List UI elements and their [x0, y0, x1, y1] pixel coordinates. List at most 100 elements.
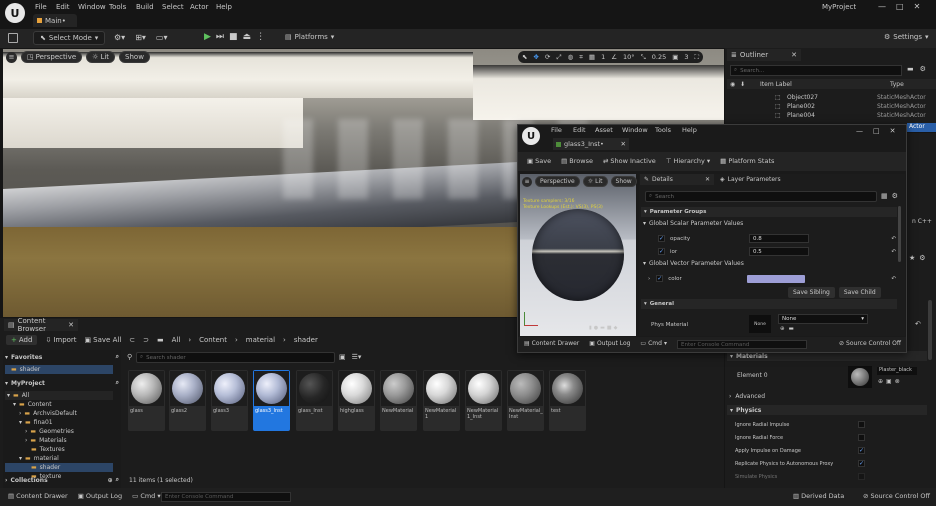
tree-item[interactable]: ▬ Textures: [5, 445, 113, 454]
close-icon[interactable]: ✕: [890, 127, 896, 135]
asset-filters-icon[interactable]: ⚲: [127, 353, 132, 361]
cmd-button[interactable]: ▭ Cmd ▾: [132, 492, 160, 500]
table-row[interactable]: ⬚ Plane004 StaticMeshActor: [727, 111, 936, 120]
ior-value-input[interactable]: 0.5: [749, 247, 809, 256]
table-row[interactable]: ⬚ Object027 StaticMeshActor: [727, 93, 936, 102]
add-button[interactable]: + Add: [6, 335, 38, 345]
outliner-selected-type[interactable]: Actor: [907, 123, 936, 132]
unreal-logo-icon[interactable]: U: [5, 3, 25, 23]
derived-data-button[interactable]: ▥ Derived Data: [793, 492, 844, 500]
rotation-snap-icon[interactable]: ∠: [611, 53, 617, 61]
tree-item[interactable]: ▾ ▬ fina01: [5, 418, 113, 427]
opacity-value-input[interactable]: 0.8: [749, 234, 809, 243]
show-button[interactable]: Show: [119, 51, 150, 63]
source-control-button[interactable]: ⊘ Source Control Off: [863, 492, 930, 500]
mi-source-control-button[interactable]: ⊘ Source Control Off: [839, 340, 901, 347]
vector-group-header[interactable]: ▾ Global Vector Parameter Values: [643, 260, 744, 267]
outliner-tab[interactable]: ≣ Outliner ✕: [727, 49, 801, 61]
eject-icon[interactable]: ⏏: [243, 32, 252, 42]
cinematics-icon[interactable]: ▭▾: [156, 33, 168, 42]
undo-icon[interactable]: ↶: [915, 320, 921, 328]
maximize-icon[interactable]: □: [896, 2, 904, 11]
menu-tools[interactable]: Tools: [109, 3, 136, 11]
add-actor-icon[interactable]: ⚙▾: [114, 33, 125, 42]
tree-item[interactable]: ▾ ▬ material: [5, 454, 113, 463]
history-back-icon[interactable]: ⊂: [129, 336, 135, 344]
unreal-logo-icon[interactable]: U: [522, 127, 540, 145]
mi-menu-file[interactable]: File: [551, 126, 573, 134]
close-icon[interactable]: ✕: [705, 176, 710, 183]
close-icon[interactable]: ✕: [68, 321, 74, 329]
asset-tile[interactable]: glass: [128, 370, 165, 431]
mi-browse-button[interactable]: ▤ Browse: [561, 157, 593, 165]
gear-icon[interactable]: ⚙: [920, 65, 926, 73]
phys-material-dropdown[interactable]: None ▾: [778, 314, 868, 324]
save-search-icon[interactable]: ▣: [339, 353, 346, 361]
platforms-button[interactable]: ▤ Platforms ▾: [285, 33, 334, 41]
material-thumbnail[interactable]: [848, 366, 872, 388]
breadcrumb-all[interactable]: All: [172, 336, 181, 344]
mi-save-button[interactable]: ▣ Save: [527, 157, 551, 165]
folder-icon[interactable]: ▬: [789, 326, 794, 332]
mi-details-scrollbar[interactable]: [898, 206, 901, 262]
rotate-tool-icon[interactable]: ⟳: [545, 53, 550, 61]
checkbox[interactable]: ✓: [858, 460, 865, 467]
scale-tool-icon[interactable]: ⤢: [556, 53, 561, 62]
color-swatch[interactable]: [747, 274, 806, 283]
mi-content-drawer-button[interactable]: ▤ Content Drawer: [524, 340, 579, 347]
minimize-icon[interactable]: —: [856, 127, 863, 135]
grid-snap-icon[interactable]: ▦: [589, 53, 595, 61]
asset-search-input[interactable]: ⌕ Search shader: [136, 352, 335, 363]
maximize-icon[interactable]: □: [873, 127, 880, 135]
menu-actor[interactable]: Actor: [190, 3, 216, 11]
more-options-icon[interactable]: ⋮: [256, 32, 265, 42]
save-child-button[interactable]: Save Child: [838, 287, 881, 298]
menu-file[interactable]: File: [35, 3, 56, 11]
mi-platform-stats-button[interactable]: ▦ Platform Stats: [720, 157, 774, 165]
pin-icon[interactable]: ⬇: [740, 81, 752, 88]
blueprint-icon[interactable]: ⊞▾: [135, 33, 146, 42]
content-browser-tab[interactable]: ▤ Content Browser ✕: [4, 317, 78, 333]
param-override-checkbox[interactable]: ✓: [656, 275, 664, 282]
reset-arrow-icon[interactable]: ↶: [891, 276, 896, 282]
lit-button[interactable]: ☼ Lit: [86, 51, 116, 63]
output-log-button[interactable]: ▣ Output Log: [78, 492, 122, 500]
cube-icon[interactable]: ■: [607, 325, 612, 331]
advanced-row[interactable]: › Advanced: [729, 393, 765, 400]
cylinder-icon[interactable]: ▮: [589, 325, 592, 331]
tree-item[interactable]: ▾ ▬ Content: [5, 400, 113, 409]
step-icon[interactable]: ⏭: [216, 32, 224, 42]
select-mode-button[interactable]: ⬉ Select Mode ▾: [33, 31, 106, 45]
general-header[interactable]: ▾ General: [641, 299, 897, 309]
mi-menu-asset[interactable]: Asset: [595, 126, 622, 134]
favorite-item[interactable]: ▬ shader: [5, 365, 113, 374]
star-icon[interactable]: ★: [909, 254, 915, 262]
table-row[interactable]: ⬚ Plane002 StaticMeshActor: [727, 102, 936, 111]
breadcrumb-shader[interactable]: shader: [294, 336, 318, 344]
maximize-viewport-icon[interactable]: ⛶: [695, 53, 700, 62]
mi-menu-tools[interactable]: Tools: [655, 126, 682, 134]
menu-build[interactable]: Build: [136, 3, 162, 11]
world-icon[interactable]: ◍: [568, 53, 574, 61]
asset-tile[interactable]: NewMaterial1_Inst: [465, 370, 502, 431]
scalar-group-header[interactable]: ▾ Global Scalar Parameter Values: [643, 220, 743, 227]
scale-snap-icon[interactable]: ⤡: [641, 53, 646, 62]
asset-tile[interactable]: NewMaterial_Inst: [507, 370, 544, 431]
outliner-col-type[interactable]: Type: [890, 81, 904, 88]
scrollbar[interactable]: [928, 300, 932, 360]
mi-show-button[interactable]: Show: [610, 176, 637, 187]
outliner-search-input[interactable]: ⌕ Search...: [730, 65, 902, 76]
history-forward-icon[interactable]: ⊃: [143, 336, 149, 344]
chevron-right-icon[interactable]: ›: [648, 276, 650, 282]
breadcrumb-material[interactable]: material: [246, 336, 275, 344]
mi-details-tab[interactable]: ✎ Details ✕: [640, 174, 714, 185]
mi-hierarchy-button[interactable]: ⊤ Hierarchy ▾: [666, 157, 710, 165]
menu-window[interactable]: Window: [78, 3, 109, 11]
mi-details-search[interactable]: ⌕ Search: [645, 191, 877, 202]
collections-header[interactable]: › Collections ⊕ ⌕: [5, 475, 119, 485]
phys-material-thumbnail[interactable]: None: [749, 315, 771, 333]
folder-add-icon[interactable]: ▬: [907, 65, 914, 73]
asset-tile[interactable]: glass2: [169, 370, 206, 431]
menu-edit[interactable]: Edit: [56, 3, 78, 11]
checkbox[interactable]: ✓: [858, 447, 865, 454]
